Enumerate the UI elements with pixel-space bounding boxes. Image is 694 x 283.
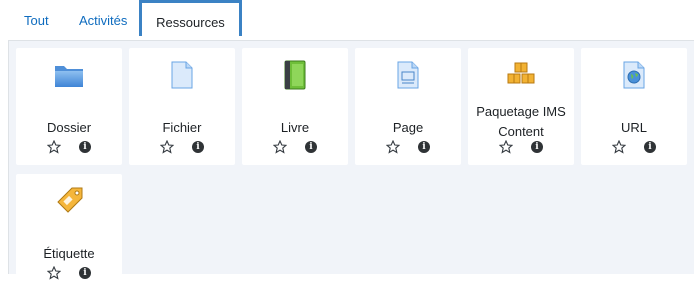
- file-icon: [166, 59, 198, 91]
- module-card-dossier[interactable]: Dossier i: [16, 48, 122, 165]
- tab-tout[interactable]: Tout: [24, 6, 49, 36]
- info-icon[interactable]: i: [79, 267, 91, 279]
- ims-package-icon: [505, 59, 537, 91]
- module-name: Paquetage IMS Content: [476, 104, 566, 139]
- label-tag-icon: [53, 185, 85, 217]
- module-card-etiquette[interactable]: Étiquette i: [16, 174, 122, 280]
- star-icon[interactable]: [46, 139, 62, 154]
- star-icon[interactable]: [46, 265, 62, 280]
- info-icon[interactable]: i: [79, 141, 91, 153]
- module-card-url[interactable]: URL i: [581, 48, 687, 165]
- module-tabs: Tout Activités Ressources: [0, 0, 694, 40]
- module-card-fichier[interactable]: Fichier i: [129, 48, 235, 165]
- resources-panel: Dossier i Fichier i Livre i Page i Paque…: [8, 40, 694, 280]
- module-card-livre[interactable]: Livre i: [242, 48, 348, 165]
- star-icon[interactable]: [272, 139, 288, 154]
- module-card-page[interactable]: Page i: [355, 48, 461, 165]
- info-icon[interactable]: i: [644, 141, 656, 153]
- book-icon: [279, 59, 311, 91]
- star-icon[interactable]: [385, 139, 401, 154]
- page-icon: [392, 59, 424, 91]
- tab-activites[interactable]: Activités: [79, 6, 127, 36]
- tab-ressources[interactable]: Ressources: [139, 0, 242, 36]
- star-icon[interactable]: [498, 139, 514, 154]
- info-icon[interactable]: i: [531, 141, 543, 153]
- info-icon[interactable]: i: [418, 141, 430, 153]
- info-icon[interactable]: i: [305, 141, 317, 153]
- folder-icon: [53, 59, 85, 91]
- star-icon[interactable]: [159, 139, 175, 154]
- info-icon[interactable]: i: [192, 141, 204, 153]
- url-icon: [618, 59, 650, 91]
- star-icon[interactable]: [611, 139, 627, 154]
- module-card-ims-content[interactable]: Paquetage IMS Content i: [468, 48, 574, 165]
